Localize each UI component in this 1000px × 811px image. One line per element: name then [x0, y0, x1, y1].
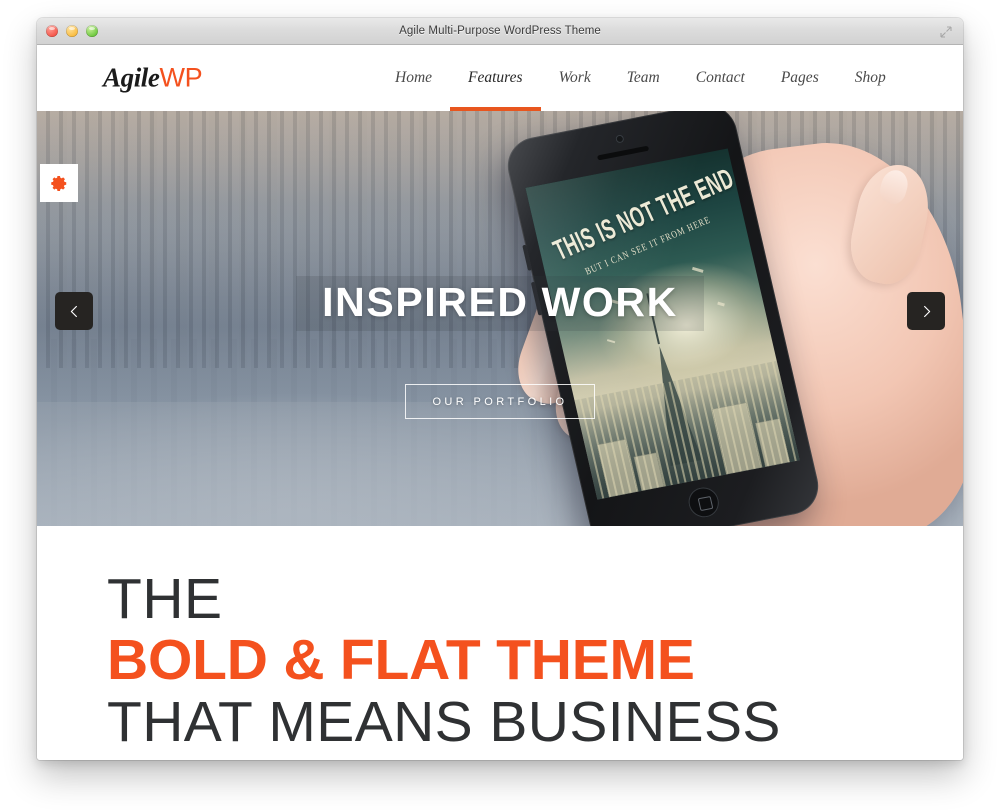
logo-text-primary: Agile — [103, 62, 160, 93]
zoom-button[interactable] — [86, 25, 98, 37]
nav-item-team[interactable]: Team — [609, 45, 678, 111]
promo-headline-line-1: THE — [107, 567, 223, 631]
nav-item-features[interactable]: Features — [450, 45, 541, 111]
nav-item-contact[interactable]: Contact — [678, 45, 763, 111]
slide-cta-container: OUR PORTFOLIO — [37, 384, 963, 419]
slider-prev-button[interactable] — [55, 292, 93, 330]
nav-item-pages[interactable]: Pages — [763, 45, 837, 111]
hero-slider: THIS IS NOT THE END BUT I CAN SEE IT FRO… — [37, 111, 963, 526]
chevron-right-icon — [923, 305, 930, 317]
close-button[interactable] — [46, 25, 58, 37]
window-title: Agile Multi-Purpose WordPress Theme — [399, 25, 601, 37]
desktop-background: Agile Multi-Purpose WordPress Theme Agil… — [0, 0, 1000, 811]
slider-settings-button[interactable] — [40, 164, 78, 202]
promo-headline-line-2: BOLD & FLAT THEME — [107, 628, 695, 693]
site-navbar: AgileWP Home Features Work Team Contact … — [37, 45, 963, 111]
main-menu: Home Features Work Team Contact Pages Sh… — [377, 45, 903, 111]
our-portfolio-button[interactable]: OUR PORTFOLIO — [405, 384, 595, 419]
gear-icon — [50, 175, 66, 191]
resize-icon[interactable] — [940, 25, 952, 38]
logo-text-accent: WP — [159, 62, 203, 93]
window-controls — [46, 25, 98, 37]
minimize-button[interactable] — [66, 25, 78, 37]
app-window: Agile Multi-Purpose WordPress Theme Agil… — [37, 18, 963, 760]
window-titlebar: Agile Multi-Purpose WordPress Theme — [37, 18, 963, 45]
site-logo[interactable]: AgileWP — [103, 62, 203, 93]
nav-item-shop[interactable]: Shop — [837, 45, 904, 111]
slider-next-button[interactable] — [907, 292, 945, 330]
nav-item-work[interactable]: Work — [541, 45, 609, 111]
chevron-left-icon — [70, 305, 77, 317]
hero-color-overlay — [37, 111, 963, 526]
nav-item-home[interactable]: Home — [377, 45, 450, 111]
promo-headline-line-3: THAT MEANS BUSINESS — [107, 689, 781, 754]
promo-section: THE BOLD & FLAT THEME THAT MEANS BUSINES… — [37, 526, 963, 760]
